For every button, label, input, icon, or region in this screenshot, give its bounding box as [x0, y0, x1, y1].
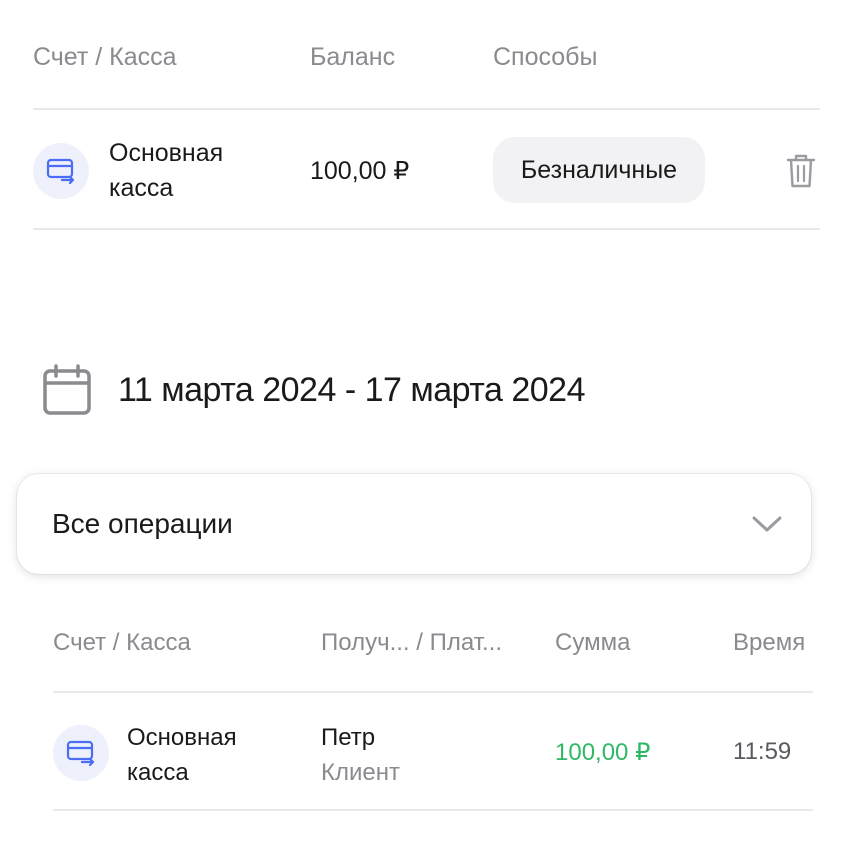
- method-badge: Безналичные: [493, 137, 705, 203]
- account-row[interactable]: Основная касса 100,00 ₽ Безналичные: [33, 110, 820, 228]
- operation-row[interactable]: Основная касса Петр Клиент 100,00 ₽ 11:5…: [53, 693, 813, 809]
- operation-time: 11:59: [733, 738, 792, 765]
- operation-counterparty: Петр Клиент: [321, 720, 400, 790]
- col-header-account: Счет / Касса: [33, 43, 177, 71]
- counterparty-role: Клиент: [321, 759, 400, 786]
- account-name-line2: касса: [109, 174, 174, 202]
- operation-account-line2: касса: [127, 759, 189, 786]
- account-name: Основная касса: [109, 136, 223, 206]
- operations-filter-select[interactable]: Все операции: [17, 474, 811, 574]
- counterparty-name: Петр: [321, 724, 376, 751]
- ops-col-header-account: Счет / Касса: [53, 629, 191, 656]
- ops-col-header-time: Время: [733, 629, 806, 656]
- card-transfer-icon: [53, 725, 109, 781]
- ops-col-header-counterparty: Получ... / Плат...: [321, 629, 502, 656]
- calendar-icon: [42, 364, 92, 421]
- divider: [33, 228, 820, 230]
- account-name-line1: Основная: [109, 139, 224, 167]
- operation-amount: 100,00 ₽: [555, 739, 651, 766]
- col-header-methods: Способы: [493, 43, 598, 71]
- operations-filter-value: Все операции: [52, 508, 233, 539]
- date-range[interactable]: 11 марта 2024 - 17 марта 2024: [42, 364, 602, 420]
- operation-account: Основная касса: [127, 720, 237, 790]
- col-header-balance: Баланс: [310, 43, 396, 71]
- trash-icon[interactable]: [784, 152, 818, 190]
- card-transfer-icon: [33, 143, 89, 199]
- date-range-label: 11 марта 2024 - 17 марта 2024: [118, 371, 585, 409]
- ops-col-header-amount: Сумма: [555, 629, 631, 656]
- account-balance: 100,00 ₽: [310, 157, 410, 185]
- operation-account-line1: Основная: [127, 724, 237, 751]
- chevron-down-icon: [751, 514, 783, 539]
- divider: [53, 809, 813, 811]
